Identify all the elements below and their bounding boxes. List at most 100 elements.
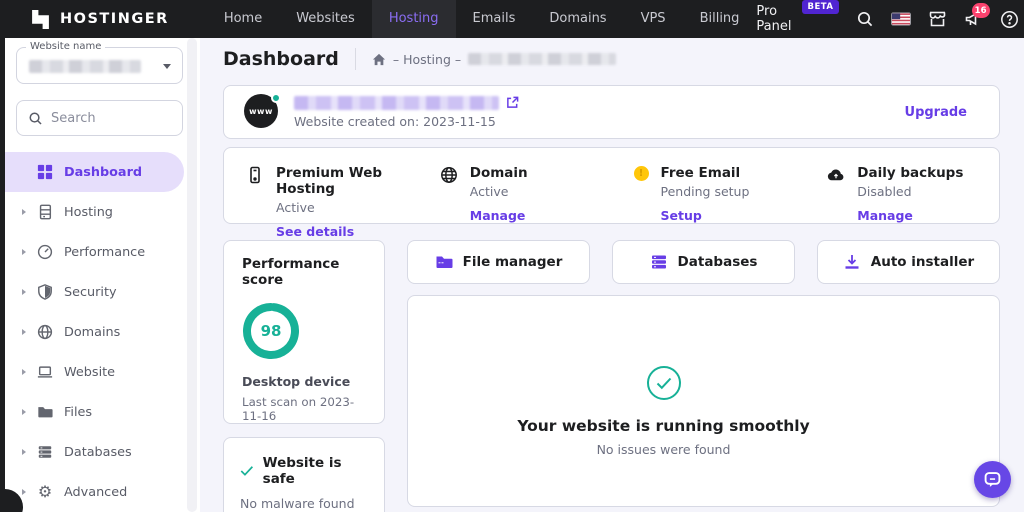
databases-icon	[36, 443, 54, 461]
nav-item-home[interactable]: Home	[207, 0, 279, 38]
manage-link[interactable]: Manage	[470, 208, 528, 223]
performance-score-ring: 98	[242, 302, 300, 360]
divider	[355, 48, 356, 70]
status-overview-card: Premium Web Hosting Active See details D…	[223, 147, 1000, 224]
setup-link[interactable]: Setup	[661, 208, 750, 223]
nav-item-vps[interactable]: VPS	[624, 0, 683, 38]
sidebar-item-advanced[interactable]: ⚙ Advanced	[0, 472, 200, 512]
upgrade-link[interactable]: Upgrade	[905, 105, 967, 120]
sidebar-item-label: Domains	[64, 325, 120, 340]
main-content: Dashboard – Hosting – www	[200, 38, 1024, 512]
sidebar-item-dashboard[interactable]: Dashboard	[0, 152, 184, 192]
website-info: Website created on: 2023-11-15	[294, 96, 519, 129]
safety-title: Website is safe	[263, 455, 368, 487]
nav-item-websites[interactable]: Websites	[279, 0, 372, 38]
announcements-icon[interactable]: 16	[964, 9, 983, 29]
performance-device: Desktop device	[242, 374, 366, 389]
primary-nav: Home Websites Hosting Emails Domains VPS…	[207, 0, 757, 38]
status-title: Daily backups	[857, 165, 963, 181]
dashboard-icon	[36, 163, 54, 181]
sidebar-item-label: Dashboard	[64, 165, 142, 180]
quick-action-label: Auto installer	[871, 254, 974, 270]
page-title: Dashboard	[223, 48, 339, 70]
globe-icon	[440, 166, 458, 184]
auto-installer-button[interactable]: Auto installer	[817, 240, 1000, 284]
sidebar-item-files[interactable]: Files	[0, 392, 200, 432]
nav-item-hosting[interactable]: Hosting	[372, 0, 456, 38]
help-icon[interactable]	[1000, 9, 1019, 29]
nav-item-billing[interactable]: Billing	[683, 0, 757, 38]
status-item-free-email: ! Free Email Pending setup Setup	[612, 148, 806, 223]
performance-score-card: Performance score 98 Desktop device Last…	[223, 240, 385, 424]
nav-item-emails[interactable]: Emails	[456, 0, 533, 38]
sidebar-item-label: Databases	[64, 445, 132, 460]
success-check-icon	[647, 366, 681, 400]
sidebar: Website name Dashboard	[0, 38, 200, 512]
chevron-right-icon	[22, 489, 26, 495]
sidebar-item-performance[interactable]: Performance	[0, 232, 200, 272]
language-flag-us[interactable]	[891, 9, 911, 29]
sidebar-item-databases[interactable]: Databases	[0, 432, 200, 472]
search-icon[interactable]	[856, 9, 874, 29]
sidebar-item-label: Security	[64, 285, 117, 300]
pro-panel-link[interactable]: Pro Panel BETA	[756, 4, 838, 34]
sidebar-search[interactable]	[16, 100, 183, 136]
website-select-value-redacted	[29, 60, 141, 73]
page-header: Dashboard – Hosting –	[223, 48, 616, 70]
health-subtitle: No issues were found	[597, 442, 731, 457]
cloud-backup-icon	[827, 166, 845, 184]
status-title: Premium Web Hosting	[276, 165, 410, 197]
databases-stack-icon	[650, 253, 668, 271]
website-created-text: Website created on: 2023-11-15	[294, 114, 519, 129]
website-card: www Website created on: 2023-11-15 Upgra…	[223, 85, 1000, 139]
manage-link[interactable]: Manage	[857, 208, 963, 223]
security-shield-icon	[36, 283, 54, 301]
pro-panel-label: Pro Panel	[756, 4, 797, 34]
hosting-icon	[36, 203, 54, 221]
store-icon[interactable]	[928, 9, 947, 29]
navbar-right: Pro Panel BETA	[756, 4, 1024, 34]
nav-item-domains[interactable]: Domains	[532, 0, 623, 38]
see-details-link[interactable]: See details	[276, 224, 410, 239]
performance-card-title: Performance score	[242, 256, 366, 288]
live-chat-button[interactable]	[974, 461, 1011, 498]
sidebar-item-domains[interactable]: Domains	[0, 312, 200, 352]
sidebar-item-hosting[interactable]: Hosting	[0, 192, 200, 232]
file-manager-button[interactable]: File manager	[407, 240, 590, 284]
breadcrumb: – Hosting –	[372, 52, 616, 67]
sidebar-item-website[interactable]: Website	[0, 352, 200, 392]
hostinger-logo[interactable]: HOSTINGER	[0, 9, 169, 30]
online-status-dot	[271, 93, 281, 103]
chevron-right-icon	[22, 409, 26, 415]
status-value: Active	[470, 184, 528, 199]
sidebar-item-label: Advanced	[64, 485, 127, 500]
quick-action-label: Databases	[678, 254, 758, 270]
top-navbar: HOSTINGER Home Websites Hosting Emails D…	[0, 0, 1024, 38]
sidebar-item-label: Files	[64, 405, 92, 420]
home-icon[interactable]	[372, 53, 386, 66]
website-select-label: Website name	[26, 41, 105, 52]
file-manager-folder-icon	[435, 253, 453, 271]
sidebar-item-security[interactable]: Security	[0, 272, 200, 312]
chevron-down-icon	[163, 64, 171, 69]
website-select[interactable]: Website name	[16, 47, 183, 84]
sidebar-item-label: Performance	[64, 245, 145, 260]
databases-button[interactable]: Databases	[612, 240, 795, 284]
status-title: Free Email	[661, 165, 750, 181]
chat-bubble-icon	[983, 470, 1002, 489]
sidebar-menu: Dashboard Hosting Performance	[0, 152, 200, 512]
website-laptop-icon	[36, 363, 54, 381]
sidebar-item-label: Website	[64, 365, 115, 380]
status-title: Domain	[470, 165, 528, 181]
domain-name-redacted	[294, 96, 499, 110]
search-input[interactable]	[51, 111, 161, 126]
health-title: Your website is running smoothly	[517, 417, 809, 435]
status-value: Pending setup	[661, 184, 750, 199]
website-avatar: www	[244, 94, 280, 130]
search-icon	[28, 111, 43, 126]
chevron-right-icon	[22, 369, 26, 375]
sidebar-item-label: Hosting	[64, 205, 113, 220]
external-link-icon[interactable]	[506, 96, 519, 109]
breadcrumb-text[interactable]: – Hosting –	[393, 52, 461, 67]
domains-globe-icon	[36, 323, 54, 341]
